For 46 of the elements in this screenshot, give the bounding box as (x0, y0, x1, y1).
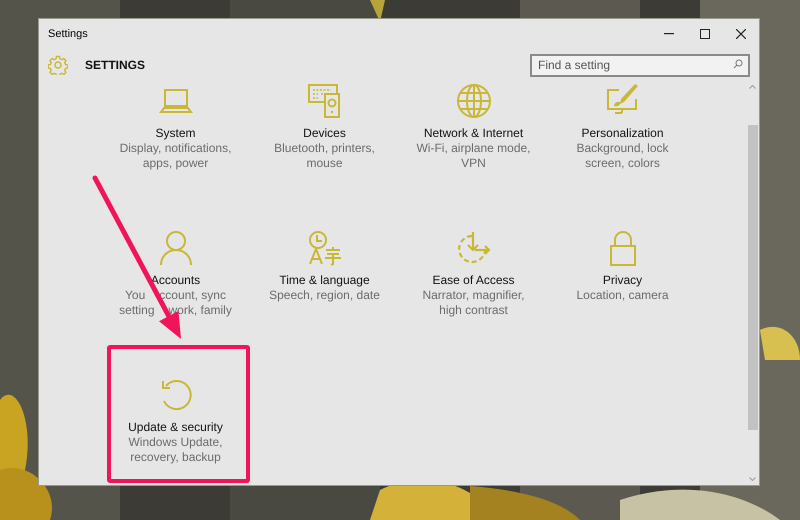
search-icon (733, 59, 743, 69)
category-title: Devices (303, 126, 346, 141)
category-description: Windows Update, recovery, backup (127, 435, 224, 465)
window-title: Settings (48, 26, 88, 42)
category-tile[interactable]: Ease of Access Narrator, magnifier, high contrast (410, 230, 538, 318)
category-tile[interactable]: Privacy Location, camera (558, 230, 686, 303)
category-title: Time & language (279, 273, 370, 288)
category-tile[interactable]: Time & language Speech, region, date (260, 230, 388, 303)
clock-letters-icon (306, 230, 342, 266)
search-field[interactable]: Find a setting (530, 54, 750, 76)
category-title: Personalization (581, 126, 664, 141)
category-tile[interactable]: Accounts You ccount, sync setting work, family (112, 230, 240, 318)
category-description: work, family (168, 303, 232, 318)
category-title: Privacy (602, 273, 642, 288)
category-title: Ease of Access (432, 273, 515, 288)
minimize-icon (664, 33, 674, 35)
keyboard-speaker-icon (306, 83, 342, 119)
category-description: ccount, sync (159, 288, 226, 303)
category-tile[interactable]: Network & Internet Wi-Fi, airplane mode, VPN (410, 83, 538, 171)
category-description: Location, camera (575, 288, 670, 303)
category-tile[interactable]: Update & security Windows Update, recovery, backup (112, 377, 240, 465)
category-description: Bluetooth, printers, mouse (273, 141, 376, 171)
page-title: SETTINGS (85, 57, 146, 74)
maximize-icon (700, 29, 710, 39)
dashed-circle-arrows-icon (456, 230, 492, 266)
scroll-up-icon (749, 85, 756, 89)
category-title: System (155, 126, 196, 141)
category-title: Accounts (150, 273, 200, 288)
category-tile[interactable]: System Display, notifications, apps, power (112, 83, 240, 171)
category-title: Network & Internet (424, 126, 524, 141)
category-description: Display, notifications, apps, power (118, 141, 232, 171)
category-title: Update & security (128, 420, 223, 435)
close-icon (736, 29, 746, 39)
scrollbar-thumb[interactable] (748, 125, 758, 430)
category-description: setting (119, 303, 154, 318)
category-description: Speech, region, date (268, 288, 381, 303)
category-description: Narrator, magnifier, high contrast (421, 288, 526, 318)
settings-icon (48, 55, 68, 75)
category-tile[interactable]: Personalization Background, lock screen, colors (558, 83, 686, 171)
person-icon (158, 230, 194, 266)
scroll-down-icon (749, 477, 756, 481)
globe-icon (456, 83, 492, 119)
category-description: Background, lock screen, colors (575, 141, 670, 171)
category-tile[interactable]: Devices Bluetooth, printers, mouse (260, 83, 388, 171)
category-description: Wi-Fi, airplane mode, VPN (415, 141, 532, 171)
category-description: You (125, 288, 146, 303)
